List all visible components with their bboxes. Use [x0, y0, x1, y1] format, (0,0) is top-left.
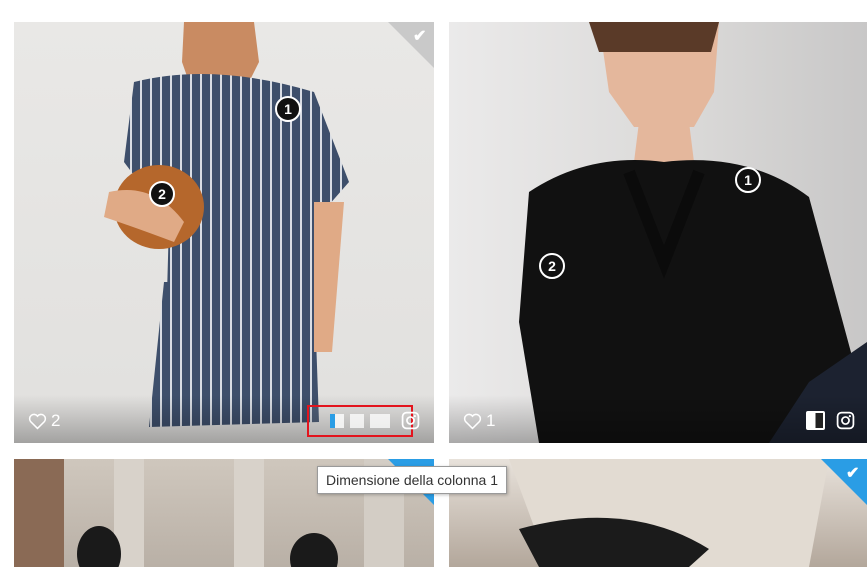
- column-size-2-option[interactable]: [350, 414, 364, 428]
- column-size-icon[interactable]: [806, 411, 825, 430]
- selected-check-corner[interactable]: ✔: [821, 459, 867, 505]
- card-footer: [449, 395, 867, 443]
- photo-grid: 1 2 ✔ 2 1 2 1 ✔ Dimensione della colonna…: [0, 0, 867, 567]
- instagram-icon[interactable]: [401, 411, 420, 430]
- photo-image: [14, 22, 434, 443]
- column-size-picker[interactable]: [307, 405, 413, 437]
- photo-image: [449, 22, 867, 443]
- hotspot-marker-1[interactable]: 1: [275, 96, 301, 122]
- column-size-tooltip: Dimensione della colonna 1: [317, 466, 507, 494]
- photo-card-2[interactable]: 1 2 1: [449, 22, 867, 443]
- hotspot-marker-2[interactable]: 2: [149, 181, 175, 207]
- hotspot-marker-1[interactable]: 1: [735, 167, 761, 193]
- column-size-1-option[interactable]: [330, 414, 344, 428]
- heart-icon: [28, 413, 47, 430]
- selected-check-corner[interactable]: ✔: [388, 22, 434, 68]
- column-size-3-option[interactable]: [370, 414, 390, 428]
- likes-counter[interactable]: 1: [463, 411, 495, 431]
- checkmark-icon: ✔: [846, 465, 860, 482]
- instagram-icon[interactable]: [836, 411, 855, 430]
- photo-image: [449, 459, 867, 567]
- heart-icon: [463, 413, 482, 430]
- likes-count: 2: [51, 411, 61, 430]
- likes-count: 1: [486, 411, 496, 430]
- hotspot-marker-2[interactable]: 2: [539, 253, 565, 279]
- photo-card-4[interactable]: ✔: [449, 459, 867, 567]
- likes-counter[interactable]: 2: [28, 411, 60, 431]
- checkmark-icon: ✔: [413, 28, 427, 45]
- photo-card-1[interactable]: 1 2 ✔ 2: [14, 22, 434, 443]
